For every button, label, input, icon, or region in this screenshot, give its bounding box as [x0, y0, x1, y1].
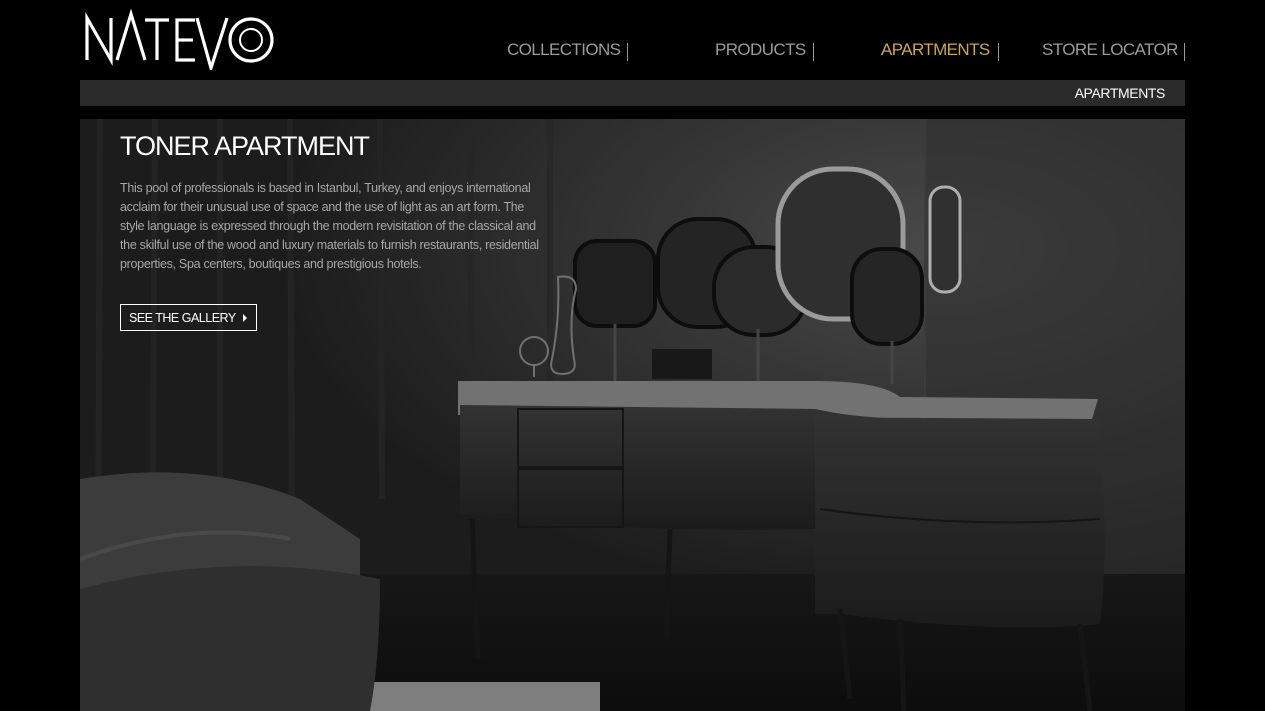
breadcrumb-current: APARTMENTS — [1074, 85, 1166, 101]
nav-item-collections[interactable]: COLLECTIONS — [507, 38, 621, 62]
chevron-right-icon — [243, 314, 247, 322]
hero-description: This pool of professionals is based in I… — [120, 181, 539, 271]
nav-divider — [627, 43, 628, 61]
main-nav: COLLECTIONS PRODUCTS APARTMENTS STORE LO… — [460, 38, 1186, 62]
page: COLLECTIONS PRODUCTS APARTMENTS STORE LO… — [0, 0, 1265, 711]
see-the-gallery-button[interactable]: SEE THE GALLERY — [120, 304, 257, 331]
nav-item-apartments[interactable]: APARTMENTS — [881, 38, 990, 62]
logo-mark — [85, 8, 274, 70]
see-the-gallery-label: SEE THE GALLERY — [129, 310, 236, 325]
breadcrumb: APARTMENTS — [80, 80, 1185, 106]
hero-title: TONER APARTMENT — [120, 131, 370, 161]
hero-banner: TONER APARTMENT This pool of professiona… — [80, 119, 1185, 711]
nav-divider — [813, 43, 814, 61]
nav-item-products[interactable]: PRODUCTS — [715, 38, 806, 62]
nav-divider — [1184, 43, 1185, 61]
nav-divider — [998, 43, 999, 61]
natevo-logo[interactable] — [83, 8, 278, 70]
nav-item-store-locator[interactable]: STORE LOCATOR — [1042, 38, 1178, 62]
